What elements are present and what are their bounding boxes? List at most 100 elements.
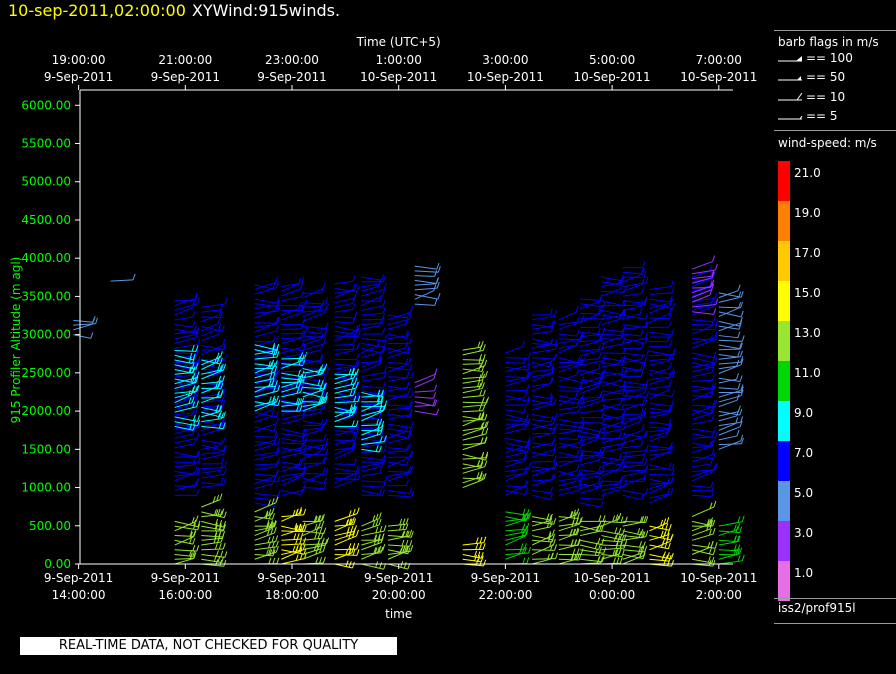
barb-flag: [379, 457, 383, 465]
barb-shaft: [691, 340, 711, 349]
barb-flag: [379, 488, 383, 495]
barb-flag: [271, 507, 275, 515]
barb-flag: [383, 444, 387, 452]
barb-shaft: [505, 552, 529, 556]
barb-shaft: [558, 437, 578, 441]
barb-shaft: [718, 335, 738, 339]
wind-barb: [692, 490, 715, 498]
top-tick-label-date: 9-Sep-2011: [44, 70, 113, 84]
barb-flag: [618, 527, 622, 535]
barb-shaft: [692, 372, 712, 378]
colorbar-segment: [778, 361, 790, 401]
barb-shaft: [201, 439, 223, 445]
wind-barb: [531, 360, 553, 368]
barb-flag: [598, 448, 602, 455]
legend-rule: [774, 30, 896, 31]
barb-flag: [741, 515, 745, 522]
barb-flag: [319, 556, 323, 564]
barb-flag: [300, 488, 304, 495]
barb-flag: [553, 443, 557, 450]
barb-flag: [665, 523, 669, 530]
barb-shaft: [692, 319, 714, 323]
barb-shaft: [361, 377, 385, 382]
barb-shaft: [532, 368, 552, 373]
barb-shaft: [601, 338, 621, 340]
barb-flag: [572, 518, 576, 525]
barb-shaft: [254, 298, 277, 304]
wind-barb: [361, 475, 388, 483]
wind-barb: [302, 332, 324, 346]
colorbar-label: 13.0: [794, 326, 821, 340]
barb-flag: [642, 261, 646, 268]
barb-flag: [433, 392, 437, 399]
barb-flag: [598, 352, 602, 359]
wind-barb: [691, 320, 714, 335]
barb-shaft: [254, 310, 279, 314]
barb-shaft: [302, 302, 326, 305]
barb-shaft: [718, 339, 743, 342]
wind-barb: [558, 452, 584, 468]
barb-flag: [710, 541, 714, 548]
barb-flag: [523, 406, 527, 413]
barb-flag: [315, 557, 319, 564]
wind-barb: [649, 280, 674, 291]
barb-flag: [670, 280, 674, 287]
barb-shaft: [281, 538, 301, 541]
wind-barb: [281, 326, 308, 335]
barb-flag: [484, 414, 488, 421]
barb-shaft: [558, 321, 582, 326]
wind-barb: [718, 383, 741, 390]
barb-flag: [410, 371, 414, 379]
barb-flag: [736, 373, 740, 380]
barb-shaft: [622, 282, 647, 288]
barb-flag: [219, 439, 223, 446]
barb-shaft: [692, 419, 712, 425]
barb-shaft: [387, 489, 410, 495]
barb-flag: [410, 531, 414, 538]
barb-legend-label: == 50: [806, 70, 846, 84]
wind-barb: [462, 436, 488, 446]
barb-flag: [643, 357, 647, 364]
barb-shaft: [361, 361, 380, 363]
barb-shaft: [692, 366, 712, 373]
wind-barb: [532, 552, 559, 560]
barb-shaft: [580, 469, 599, 473]
barb-shaft: [281, 466, 304, 470]
barb-flag: [325, 438, 329, 445]
barb-flag: [410, 490, 414, 498]
wind-barb: [622, 276, 649, 288]
barb-flag: [401, 539, 405, 547]
barb-shaft: [531, 452, 553, 457]
barb-5-icon: [778, 115, 803, 120]
x-tick-label-date: 9-Sep-2011: [471, 571, 540, 585]
barb-shaft: [558, 479, 581, 487]
wind-barb: [580, 342, 605, 352]
barb-flag: [275, 276, 279, 283]
wind-barb: [580, 515, 606, 522]
barb-flag: [737, 350, 741, 358]
barb-flag: [406, 371, 410, 379]
barb-shaft: [505, 366, 528, 371]
barb-shaft: [718, 320, 740, 327]
barb-shaft: [361, 485, 384, 488]
wind-barb: [601, 347, 626, 354]
wind-barb: [622, 349, 649, 357]
wind-barb: [718, 386, 744, 394]
data-source-label: iss2/prof915l: [778, 601, 856, 615]
barb-flag: [196, 432, 200, 439]
wind-barb: [718, 358, 744, 374]
wind-barb: [201, 377, 225, 394]
wind-barb: [531, 513, 553, 521]
barb-flag: [597, 327, 601, 335]
wind-barb: [174, 489, 200, 496]
barb-flag: [409, 487, 413, 494]
barb-shaft: [531, 344, 552, 349]
barb-shaft: [361, 489, 380, 495]
wind-barb: [692, 315, 717, 323]
wind-barb: [361, 366, 387, 378]
barb-shaft: [718, 421, 741, 427]
barb-flag: [192, 310, 196, 318]
wind-barb: [201, 461, 228, 470]
barb-shaft: [254, 356, 277, 360]
barb-flag: [222, 375, 226, 382]
